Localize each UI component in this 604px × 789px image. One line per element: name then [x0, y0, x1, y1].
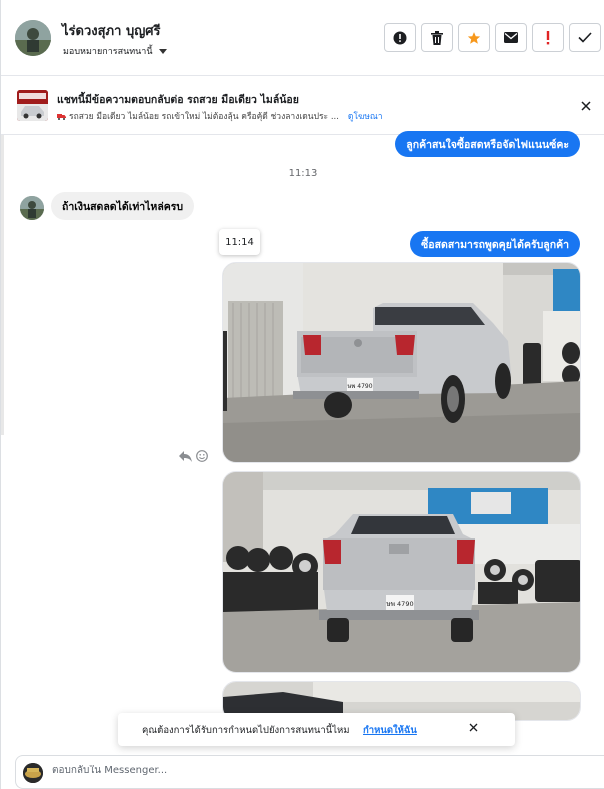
- banner-title: แชทนี้มีข้อความตอบกลับต่อ รถสวย มือเดียว…: [57, 94, 299, 106]
- ad-reply-banner: แชทนี้มีข้อความตอบกลับต่อ รถสวย มือเดียว…: [1, 76, 604, 135]
- close-banner-button[interactable]: [581, 96, 591, 115]
- assign-label: มอบหมายการสนทนานี้: [63, 47, 153, 57]
- chevron-down-icon: [158, 48, 167, 54]
- banner-subtitle-text: รถสวย มือเดียว ไมล์น้อย รถเข้าใหม่ ไม่ต้…: [69, 112, 339, 122]
- exclamation-icon: [546, 30, 550, 44]
- mark-unread-button[interactable]: [495, 23, 527, 52]
- assign-dropdown[interactable]: มอบหมายการสนทนานี้: [63, 44, 167, 58]
- assign-to-me-link[interactable]: กำหนดให้ฉัน: [363, 723, 417, 738]
- close-notice-button[interactable]: [469, 723, 478, 735]
- license-plate: ษพ 4790: [386, 600, 413, 608]
- pickup-rear-center-photo: ษพ 4790: [223, 472, 580, 672]
- view-ad-link[interactable]: ดูโฆษณา: [348, 109, 383, 123]
- license-plate: ษพ 4790: [347, 383, 372, 390]
- assign-notice: คุณต้องการได้รับการกำหนดไปยังการสนทนานี้…: [118, 713, 515, 746]
- messenger-inbox: ไร่ดวงสุภา บุญศรี มอบหมายการสนทนานี้ แชท…: [0, 0, 604, 789]
- report-button[interactable]: [384, 23, 416, 52]
- message-reactions: [179, 450, 208, 462]
- contact-avatar[interactable]: [15, 20, 51, 56]
- message-time-tooltip: 11:14: [219, 229, 260, 255]
- photo-attachment[interactable]: ษพ 4790: [222, 471, 581, 673]
- reply-composer: [15, 755, 604, 789]
- emoji-icon[interactable]: [196, 450, 208, 462]
- ad-thumbnail[interactable]: [17, 90, 48, 121]
- outgoing-message[interactable]: ลูกค้าสนใจซื้อสดหรือจัดไฟแนนซ์คะ: [395, 131, 580, 157]
- header-actions: [384, 23, 601, 52]
- banner-subtitle: รถสวย มือเดียว ไมล์น้อย รถเข้าใหม่ ไม่ต้…: [57, 109, 383, 123]
- reply-icon[interactable]: [179, 450, 192, 462]
- envelope-icon: [504, 32, 518, 43]
- star-button[interactable]: [458, 23, 490, 52]
- trash-icon: [431, 30, 443, 45]
- outgoing-message[interactable]: ซื้อสดสามารถพูดคุยได้ครับลูกค้า: [410, 231, 580, 257]
- photo-attachment[interactable]: ษพ 4790: [222, 262, 581, 463]
- done-button[interactable]: [569, 23, 601, 52]
- star-icon: [467, 31, 481, 44]
- close-icon: [469, 723, 478, 732]
- page-avatar: [23, 763, 43, 783]
- pickup-rear-photo: ษพ 4790: [223, 263, 580, 462]
- close-icon: [581, 101, 591, 111]
- contact-avatar-small[interactable]: [20, 196, 44, 220]
- delete-button[interactable]: [421, 23, 453, 52]
- spam-button[interactable]: [532, 23, 564, 52]
- contact-name[interactable]: ไร่ดวงสุภา บุญศรี: [62, 20, 161, 41]
- assign-notice-text: คุณต้องการได้รับการกำหนดไปยังการสนทนานี้…: [142, 725, 350, 736]
- timestamp: 11:13: [288, 168, 318, 179]
- truck-icon: [57, 113, 66, 120]
- scrollbar-track[interactable]: [1, 135, 4, 435]
- exclamation-circle-icon: [393, 31, 407, 44]
- check-icon: [578, 32, 592, 43]
- message-input[interactable]: [52, 765, 552, 776]
- incoming-message[interactable]: ถ้าเงินสดลดได้เท่าไหล่ครบ: [51, 192, 195, 220]
- conversation-header: ไร่ดวงสุภา บุญศรี มอบหมายการสนทนานี้: [1, 0, 604, 76]
